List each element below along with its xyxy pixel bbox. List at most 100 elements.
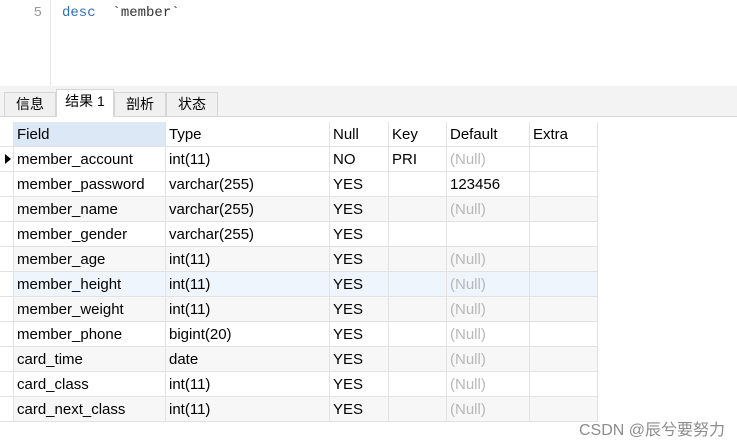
cell-extra[interactable]: [530, 147, 598, 172]
cell-key[interactable]: [389, 197, 447, 222]
cell-type[interactable]: bigint(20): [166, 322, 330, 347]
tab-status[interactable]: 状态: [166, 92, 218, 116]
tab-label: 结果 1: [65, 93, 105, 109]
cell-null[interactable]: YES: [330, 322, 389, 347]
cell-field[interactable]: member_age: [14, 247, 166, 272]
tab-info[interactable]: 信息: [4, 92, 56, 116]
column-header-null[interactable]: Null: [330, 122, 389, 147]
cell-type[interactable]: int(11): [166, 147, 330, 172]
cell-null[interactable]: YES: [330, 197, 389, 222]
cell-null[interactable]: YES: [330, 397, 389, 422]
cell-field[interactable]: member_height: [14, 272, 166, 297]
column-header-field[interactable]: Field: [14, 122, 166, 147]
column-header-default[interactable]: Default: [447, 122, 530, 147]
result-tab-bar: 信息 结果 1 剖析 状态: [0, 86, 737, 117]
column-header-type[interactable]: Type: [166, 122, 330, 147]
sql-keyword: desc: [62, 5, 96, 21]
cell-default[interactable]: (Null): [447, 297, 530, 322]
cell-type[interactable]: int(11): [166, 297, 330, 322]
code-line[interactable]: desc `member`: [62, 5, 180, 21]
cell-extra[interactable]: [530, 372, 598, 397]
cell-default[interactable]: (Null): [447, 247, 530, 272]
row-indicator[interactable]: [0, 147, 14, 172]
cell-extra[interactable]: [530, 347, 598, 372]
cell-field[interactable]: card_class: [14, 372, 166, 397]
cell-type[interactable]: date: [166, 347, 330, 372]
cell-key[interactable]: [389, 297, 447, 322]
cell-extra[interactable]: [530, 172, 598, 197]
cell-type[interactable]: varchar(255): [166, 172, 330, 197]
cell-null[interactable]: YES: [330, 347, 389, 372]
cell-extra[interactable]: [530, 272, 598, 297]
cell-default[interactable]: (Null): [447, 397, 530, 422]
cell-field[interactable]: member_name: [14, 197, 166, 222]
row-indicator[interactable]: [0, 322, 14, 347]
cell-field[interactable]: member_gender: [14, 222, 166, 247]
row-indicator[interactable]: [0, 297, 14, 322]
cell-type[interactable]: varchar(255): [166, 222, 330, 247]
row-indicator[interactable]: [0, 197, 14, 222]
row-indicator[interactable]: [0, 247, 14, 272]
tab-result-1[interactable]: 结果 1: [56, 89, 114, 117]
gutter-divider: [50, 0, 51, 86]
current-row-arrow-icon: [5, 154, 11, 164]
cell-null[interactable]: YES: [330, 222, 389, 247]
line-gutter: 5: [0, 0, 50, 86]
cell-key[interactable]: [389, 372, 447, 397]
cell-null[interactable]: YES: [330, 372, 389, 397]
watermark: CSDN @辰兮要努力: [578, 422, 725, 439]
cell-extra[interactable]: [530, 222, 598, 247]
cell-key[interactable]: [389, 347, 447, 372]
line-number: 5: [33, 5, 42, 21]
row-indicator[interactable]: [0, 222, 14, 247]
cell-extra[interactable]: [530, 297, 598, 322]
row-indicator[interactable]: [0, 172, 14, 197]
cell-field[interactable]: member_weight: [14, 297, 166, 322]
cell-extra[interactable]: [530, 322, 598, 347]
cell-key[interactable]: [389, 222, 447, 247]
cell-field[interactable]: card_next_class: [14, 397, 166, 422]
cell-key[interactable]: [389, 172, 447, 197]
cell-null[interactable]: YES: [330, 272, 389, 297]
cell-field[interactable]: member_password: [14, 172, 166, 197]
cell-default[interactable]: (Null): [447, 197, 530, 222]
row-indicator[interactable]: [0, 347, 14, 372]
cell-default[interactable]: (Null): [447, 147, 530, 172]
cell-null[interactable]: YES: [330, 172, 389, 197]
cell-key[interactable]: [389, 272, 447, 297]
cell-key[interactable]: PRI: [389, 147, 447, 172]
row-indicator[interactable]: [0, 397, 14, 422]
row-indicator[interactable]: [0, 372, 14, 397]
cell-extra[interactable]: [530, 197, 598, 222]
tab-label: 状态: [178, 96, 206, 112]
sql-editor[interactable]: 5 desc `member`: [0, 0, 737, 86]
cell-default[interactable]: 123456: [447, 172, 530, 197]
cell-field[interactable]: member_account: [14, 147, 166, 172]
cell-type[interactable]: int(11): [166, 272, 330, 297]
cell-key[interactable]: [389, 322, 447, 347]
row-indicator[interactable]: [0, 272, 14, 297]
cell-default[interactable]: (Null): [447, 272, 530, 297]
cell-null[interactable]: YES: [330, 297, 389, 322]
tab-label: 信息: [16, 96, 44, 112]
cell-key[interactable]: [389, 397, 447, 422]
cell-type[interactable]: varchar(255): [166, 197, 330, 222]
column-header-extra[interactable]: Extra: [530, 122, 598, 147]
cell-default[interactable]: (Null): [447, 347, 530, 372]
header-corner: [0, 122, 14, 147]
cell-field[interactable]: member_phone: [14, 322, 166, 347]
cell-null[interactable]: NO: [330, 147, 389, 172]
cell-type[interactable]: int(11): [166, 372, 330, 397]
tab-label: 剖析: [126, 96, 154, 112]
cell-default[interactable]: (Null): [447, 372, 530, 397]
cell-field[interactable]: card_time: [14, 347, 166, 372]
cell-extra[interactable]: [530, 247, 598, 272]
cell-key[interactable]: [389, 247, 447, 272]
cell-default[interactable]: [447, 222, 530, 247]
cell-type[interactable]: int(11): [166, 247, 330, 272]
tab-profile[interactable]: 剖析: [114, 92, 166, 116]
cell-default[interactable]: (Null): [447, 322, 530, 347]
cell-type[interactable]: int(11): [166, 397, 330, 422]
column-header-key[interactable]: Key: [389, 122, 447, 147]
cell-null[interactable]: YES: [330, 247, 389, 272]
